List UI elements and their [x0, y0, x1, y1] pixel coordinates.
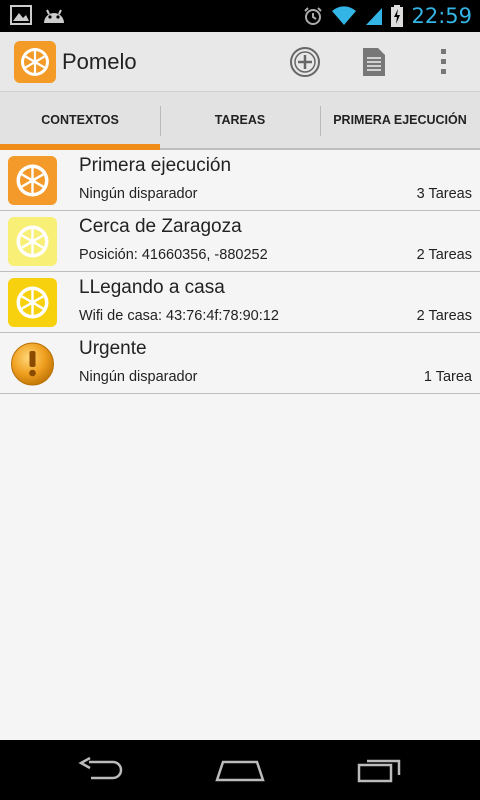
action-bar: Pomelo	[0, 32, 480, 92]
gallery-notification-icon	[10, 5, 32, 25]
context-trigger: Ningún disparador	[79, 186, 198, 202]
clock: 22:59	[411, 4, 472, 28]
more-vert-icon	[441, 49, 446, 74]
tab-label: TAREAS	[214, 113, 266, 127]
lemon-slice-icon	[8, 217, 57, 266]
context-trigger: Posición: 41660356, -880252	[79, 247, 268, 263]
overflow-menu-button[interactable]	[424, 42, 464, 82]
navigation-bar	[0, 740, 480, 800]
signal-icon	[366, 8, 383, 25]
battery-charging-icon	[391, 5, 404, 27]
tab-tareas[interactable]: TAREAS	[160, 92, 320, 148]
tab-label: PRIMERA EJECUCIÓN	[333, 113, 467, 127]
warning-icon	[11, 342, 54, 386]
wifi-icon	[332, 6, 357, 26]
tab-contextos[interactable]: CONTEXTOS	[0, 92, 160, 150]
document-list-icon	[363, 48, 385, 76]
app-logo-icon[interactable]	[14, 41, 56, 83]
list-item[interactable]: LLegando a casa Wifi de casa: 43:76:4f:7…	[0, 272, 480, 333]
context-trigger: Wifi de casa: 43:76:4f:78:90:12	[79, 308, 279, 324]
alarm-icon	[304, 7, 323, 25]
yellow-slice-icon	[8, 278, 57, 327]
task-count: 3 Tareas	[416, 186, 472, 202]
tab-primera-ejecucion[interactable]: PRIMERA EJECUCIÓN	[320, 92, 480, 148]
orange-slice-icon	[8, 156, 57, 205]
list-item[interactable]: Cerca de Zaragoza Posición: 41660356, -8…	[0, 211, 480, 272]
context-title: LLegando a casa	[79, 277, 225, 298]
context-list: Primera ejecución Ningún disparador 3 Ta…	[0, 150, 480, 394]
recent-apps-icon	[357, 759, 401, 783]
home-button[interactable]	[200, 750, 280, 790]
android-notification-icon	[44, 9, 64, 23]
task-count: 2 Tareas	[416, 247, 472, 263]
recent-apps-button[interactable]	[340, 750, 420, 790]
context-title: Urgente	[79, 338, 147, 359]
context-trigger: Ningún disparador	[79, 369, 198, 385]
add-context-button[interactable]	[285, 42, 325, 82]
context-title: Cerca de Zaragoza	[79, 216, 242, 237]
home-icon	[215, 760, 265, 782]
back-icon	[78, 757, 123, 780]
app-title: Pomelo	[62, 49, 137, 74]
notes-button[interactable]	[354, 42, 394, 82]
list-item[interactable]: Primera ejecución Ningún disparador 3 Ta…	[0, 150, 480, 211]
task-count: 1 Tarea	[423, 369, 472, 385]
back-button[interactable]	[60, 750, 140, 790]
add-circle-icon	[290, 47, 320, 77]
context-title: Primera ejecución	[79, 155, 232, 176]
tab-label: CONTEXTOS	[41, 113, 119, 127]
task-count: 2 Tareas	[416, 308, 472, 324]
list-item[interactable]: Urgente Ningún disparador 1 Tarea	[0, 333, 480, 394]
status-bar: 22:59	[0, 0, 480, 32]
tab-bar: CONTEXTOS TAREAS PRIMERA EJECUCIÓN	[0, 92, 480, 150]
